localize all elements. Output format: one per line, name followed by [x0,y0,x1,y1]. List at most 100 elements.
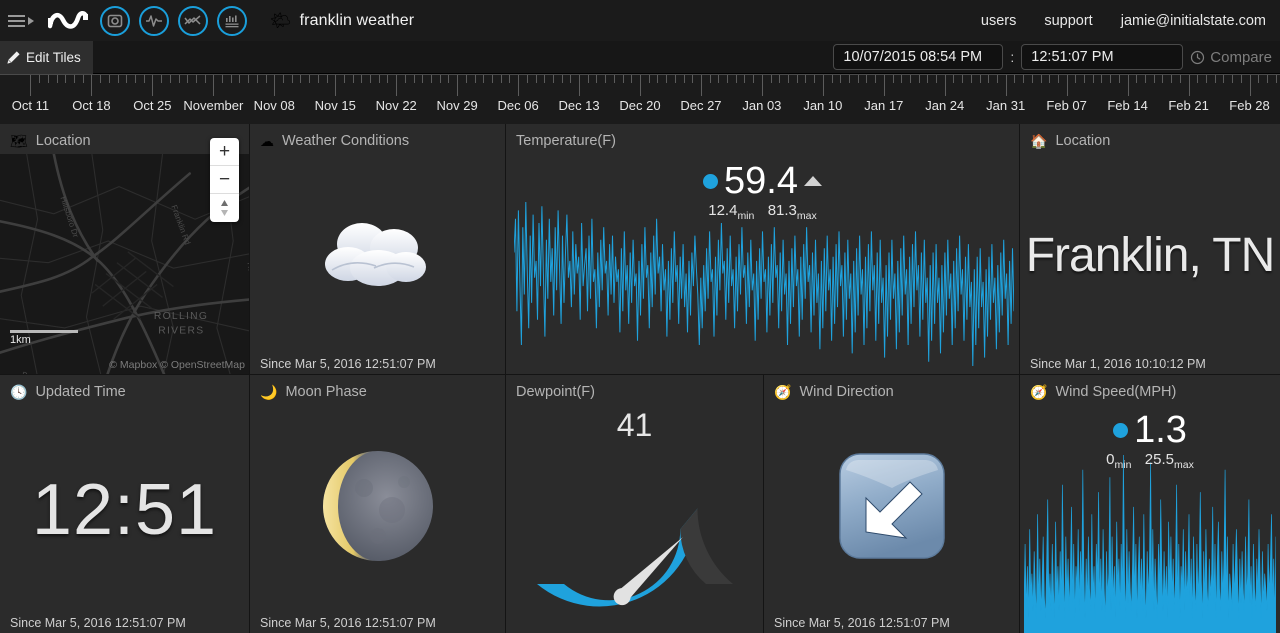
tile-wind-direction[interactable]: 🧭 Wind Direction Since Mar 5, 2016 12:51… [764,375,1020,633]
map-scale-label: 1km [10,334,31,346]
timeline-tick-label: November [183,98,244,113]
tile-updated-time[interactable]: 🕓 Updated Time 12:51 Since Mar 5, 2016 1… [0,375,250,633]
tile-location-map[interactable]: Hillsboro Dr Franklin Rd Ralston Ln Batt… [0,124,250,375]
tile-dewpoint[interactable]: Dewpoint(F) 41 [506,375,764,633]
time-range-controls: : Compare [833,44,1272,70]
timeline-tick-label: Oct 18 [72,98,111,113]
temperature-max: 81.3 [767,202,797,219]
temperature-minmax: 12.4min 81.3max [506,202,1019,222]
nav-link-account[interactable]: jamie@initialstate.com [1121,13,1266,29]
end-date-input[interactable] [1021,44,1184,70]
trend-up-icon [803,176,822,186]
updated-time-wrap: 12:51 [0,409,249,611]
map-zoom-controls[interactable]: + − [210,138,239,222]
timeline-tick-label: Nov 15 [314,98,356,113]
map-zoom-out-button[interactable]: − [210,166,239,194]
timeline-tick-label: Nov 29 [436,98,478,113]
timeline-tick-label: Oct 11 [11,98,50,113]
tile-header: 🕓 Updated Time [0,375,249,409]
weather-condition-graphic [250,158,505,352]
compare-label: Compare [1210,48,1272,66]
nav-icon-waves[interactable] [139,5,169,36]
timeline-tick-label: Nov 08 [253,98,295,113]
timeline-tick-label: Dec 13 [558,98,600,113]
tile-title: Dewpoint(F) [516,384,595,400]
updated-time-value: 12:51 [31,470,218,550]
clock-icon [1191,50,1205,64]
compare-button[interactable]: Compare [1190,49,1272,66]
moon-phase-graphic [250,409,505,603]
wind-speed-min: 0 [1106,451,1115,468]
initialstate-wave-logo[interactable] [48,8,88,34]
max-suffix: max [796,210,817,222]
timeline-tick-label: Jan 31 [986,98,1026,113]
tile-title: Weather Conditions [282,133,410,149]
compass-emoji-icon: 🧭 [774,384,792,400]
temperature-readout: 59.4 12.4min 81.3max [506,162,1019,222]
dashboard-title: franklin weather [299,11,415,29]
wind-speed-max: 25.5 [1144,451,1174,468]
tile-footer: Since Mar 5, 2016 12:51:07 PM [10,616,186,630]
timeline-ticks [0,74,1280,96]
tile-footer: Since Mar 5, 2016 12:51:07 PM [260,357,436,371]
pencil-icon [7,50,20,64]
moon-emoji-icon: 🌙 [260,384,278,400]
wind-direction-graphic [764,409,1019,603]
series-color-dot [1113,422,1129,438]
tile-title: Updated Time [35,384,126,400]
tile-header: 🏠 Location [1020,124,1280,158]
tile-wind-speed[interactable]: 🧭 Wind Speed(MPH) 1.3 0min 25.5max [1020,375,1280,633]
timeline-tick-label: Feb 07 [1046,98,1087,113]
nav-links: users support jamie@initialstate.com [981,13,1266,29]
map-zoom-in-button[interactable]: + [210,138,239,166]
series-color-dot [703,173,719,189]
tile-location-text[interactable]: 🏠 Location Franklin, TN Since Mar 1, 201… [1020,124,1280,375]
clock-emoji-icon: 🕓 [10,384,28,400]
wind-speed-readout: 1.3 0min 25.5max [1020,411,1280,471]
map-area-label: RIVERS [158,325,204,336]
hamburger-menu-icon[interactable] [8,14,34,27]
timeline-tick-label: Feb 14 [1107,98,1148,113]
timeline-tick-label: Dec 20 [619,98,661,113]
edit-tiles-button[interactable]: Edit Tiles [0,40,93,74]
timeline-tick-label: Nov 22 [375,98,417,113]
timeline-tick-label: Feb 21 [1168,98,1209,113]
timeline-tick-label: Dec 27 [680,98,722,113]
tile-header: Temperature(F) [506,124,1019,158]
tile-weather-conditions[interactable]: ☁ Weather Conditions Since Mar 5, 2016 1… [250,124,506,375]
start-date-input[interactable] [833,44,1004,70]
wind-speed-value: 1.3 [1134,409,1187,451]
tile-header: 🌙 Moon Phase [250,375,505,409]
compass-emoji-icon: 🧭 [1030,384,1048,400]
nav-icon-histogram[interactable] [217,5,247,36]
edit-tiles-label: Edit Tiles [26,49,81,65]
nav-icon-camera[interactable] [100,5,130,36]
tile-footer: Since Mar 5, 2016 12:51:07 PM [260,616,436,630]
tile-title: Wind Direction [799,384,894,400]
tile-header: ☁ Weather Conditions [250,124,505,158]
tile-header: 🧭 Wind Direction [764,375,1019,409]
tile-temperature[interactable]: Temperature(F) 59.4 12.4min 81.3max [506,124,1020,375]
nav-link-users[interactable]: users [981,13,1016,29]
tile-grid: Hillsboro Dr Franklin Rd Ralston Ln Batt… [0,124,1280,633]
cloud-emoji-icon: ☁ [260,133,274,149]
map-compass-button[interactable] [210,194,239,222]
temperature-min: 12.4 [708,202,738,219]
top-navigation-bar: 🌤 franklin weather users support jamie@i… [0,0,1280,41]
map-scale-bar: 1km [10,330,78,346]
temperature-sparkline-chart [514,198,1014,370]
map-attribution[interactable]: © Mapbox © OpenStreetMap [109,359,245,371]
timeline-ruler[interactable]: Oct 11 Oct 18 Oct 25 November Nov 08 Nov 15 No… [0,74,1280,124]
tile-title: Location [35,133,91,149]
nav-icon-lines[interactable] [178,5,208,36]
tile-footer: Since Mar 1, 2016 10:10:12 PM [1030,357,1206,371]
sun-behind-cloud-icon: 🌤 [270,11,292,30]
temperature-value: 59.4 [724,160,798,202]
map-area-label: ROLLING [154,311,208,322]
location-value: Franklin, TN [1025,228,1276,282]
tile-moon-phase[interactable]: 🌙 Moon Phase Since Mar 5, 2016 12:51:07 … [250,375,506,633]
nav-link-support[interactable]: support [1044,13,1092,29]
dashboard-brand[interactable]: 🌤 franklin weather [270,12,414,30]
tile-header: 🧭 Wind Speed(MPH) [1020,375,1280,409]
range-separator: : [1010,49,1015,65]
